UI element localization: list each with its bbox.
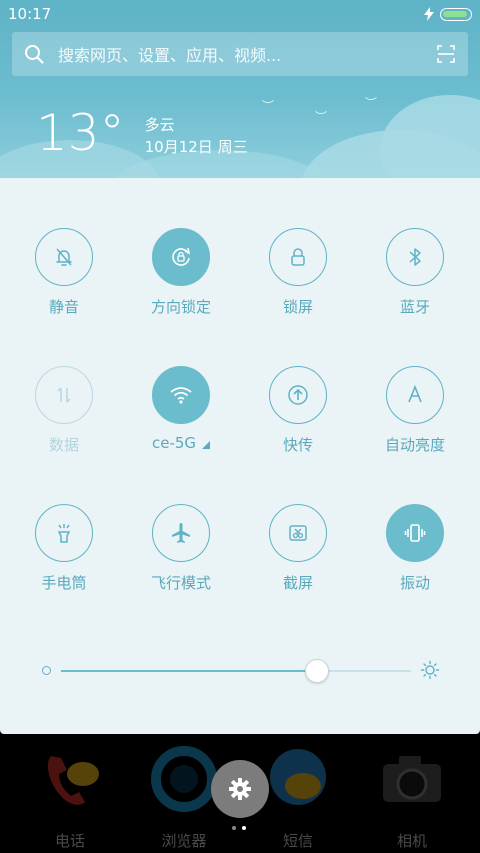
airplane-icon: [152, 504, 210, 562]
tile-label: 振动: [399, 574, 430, 592]
tile-label: 静音: [48, 298, 79, 316]
bell-off-icon: [35, 228, 93, 286]
screenshot-icon: [269, 504, 327, 562]
rotation-lock-icon: [152, 228, 210, 286]
battery-icon: [440, 7, 472, 21]
wifi-network-label[interactable]: ce-5G: [151, 434, 211, 452]
tile-label: 自动亮度: [384, 436, 445, 454]
page-indicator: [232, 826, 246, 830]
mobile-data-icon: [35, 366, 93, 424]
toggle-bluetooth[interactable]: 蓝牙: [357, 228, 473, 338]
tile-label: 飞行模式: [150, 574, 211, 592]
search-bar[interactable]: 搜索网页、设置、应用、视频...: [12, 32, 468, 76]
app-label: 浏览器: [161, 832, 207, 850]
search-icon: [25, 45, 44, 64]
gear-icon: [229, 778, 251, 800]
app-label: 相机: [396, 832, 427, 850]
brightness-thumb[interactable]: [304, 659, 329, 683]
toggle-airplane-mode[interactable]: 飞行模式: [123, 504, 239, 614]
quick-settings-panel: 静音 方向锁定 锁屏 蓝牙 数据 ce-5G 快传 自动亮度 手电筒 飞行模式 …: [0, 178, 480, 734]
toggle-mobile-data[interactable]: 数据: [6, 366, 122, 476]
temperature: 13°: [36, 104, 125, 162]
auto-brightness-icon: [386, 366, 444, 424]
quick-transfer-icon: [269, 366, 327, 424]
brightness-high-icon: [420, 660, 440, 680]
app-label: 电话: [54, 832, 85, 850]
tile-label: 方向锁定: [150, 298, 211, 316]
charging-icon: [424, 7, 434, 21]
toggle-silent[interactable]: 静音: [6, 228, 122, 338]
tile-label: 数据: [48, 436, 79, 454]
bird-decoration: ︶: [315, 110, 328, 124]
tile-label: 截屏: [282, 574, 313, 592]
vibrate-icon: [386, 504, 444, 562]
wifi-icon: [152, 366, 210, 424]
toggle-flashlight[interactable]: 手电筒: [6, 504, 122, 614]
brightness-fill: [61, 670, 317, 672]
tile-label: 蓝牙: [399, 298, 430, 316]
page-dot: [232, 826, 236, 830]
status-bar: 10:17: [0, 0, 480, 28]
app-camera[interactable]: 相机: [362, 734, 462, 853]
tile-label: 手电筒: [41, 574, 87, 592]
toggle-auto-brightness[interactable]: 自动亮度: [357, 366, 473, 476]
bird-decoration: ︶: [262, 99, 275, 113]
app-phone[interactable]: 电话: [20, 734, 120, 853]
expand-arrow-icon: [202, 441, 211, 449]
toggle-lock-screen[interactable]: 锁屏: [240, 228, 356, 338]
status-time: 10:17: [8, 5, 52, 23]
tile-label: 快传: [282, 436, 313, 454]
scan-icon[interactable]: [436, 44, 456, 64]
app-label: 短信: [282, 832, 313, 850]
brightness-track[interactable]: [61, 670, 411, 672]
camera-icon: [383, 756, 441, 802]
brightness-slider[interactable]: [36, 656, 446, 686]
cloud-decoration: [380, 95, 480, 180]
phone-icon: [47, 756, 99, 805]
flashlight-icon: [35, 504, 93, 562]
toggle-screenshot[interactable]: 截屏: [240, 504, 356, 614]
page-dot-active: [242, 826, 246, 830]
toggle-wifi[interactable]: ce-5G: [123, 366, 239, 476]
toggle-vibrate[interactable]: 振动: [357, 504, 473, 614]
settings-button[interactable]: [211, 760, 269, 818]
toggle-rotation-lock[interactable]: 方向锁定: [123, 228, 239, 338]
wifi-network-name: ce-5G: [151, 434, 197, 452]
browser-icon: [151, 746, 217, 812]
bluetooth-icon: [386, 228, 444, 286]
lock-icon: [269, 228, 327, 286]
weather-condition: 多云: [144, 116, 175, 134]
bird-decoration: ︶: [365, 96, 378, 110]
weather-widget[interactable]: 13° 多云 10月12日 周三: [36, 108, 248, 158]
brightness-low-icon: [42, 666, 51, 675]
weather-date: 10月12日 周三: [144, 138, 248, 156]
toggle-quick-transfer[interactable]: 快传: [240, 366, 356, 476]
header: ︶ ︶ ︶ 10:17 搜索网页、设置、应用、视频... 13° 多云 10月1…: [0, 0, 480, 180]
messages-icon: [270, 749, 326, 805]
tile-label: 锁屏: [282, 298, 313, 316]
search-input[interactable]: 搜索网页、设置、应用、视频...: [58, 42, 436, 66]
